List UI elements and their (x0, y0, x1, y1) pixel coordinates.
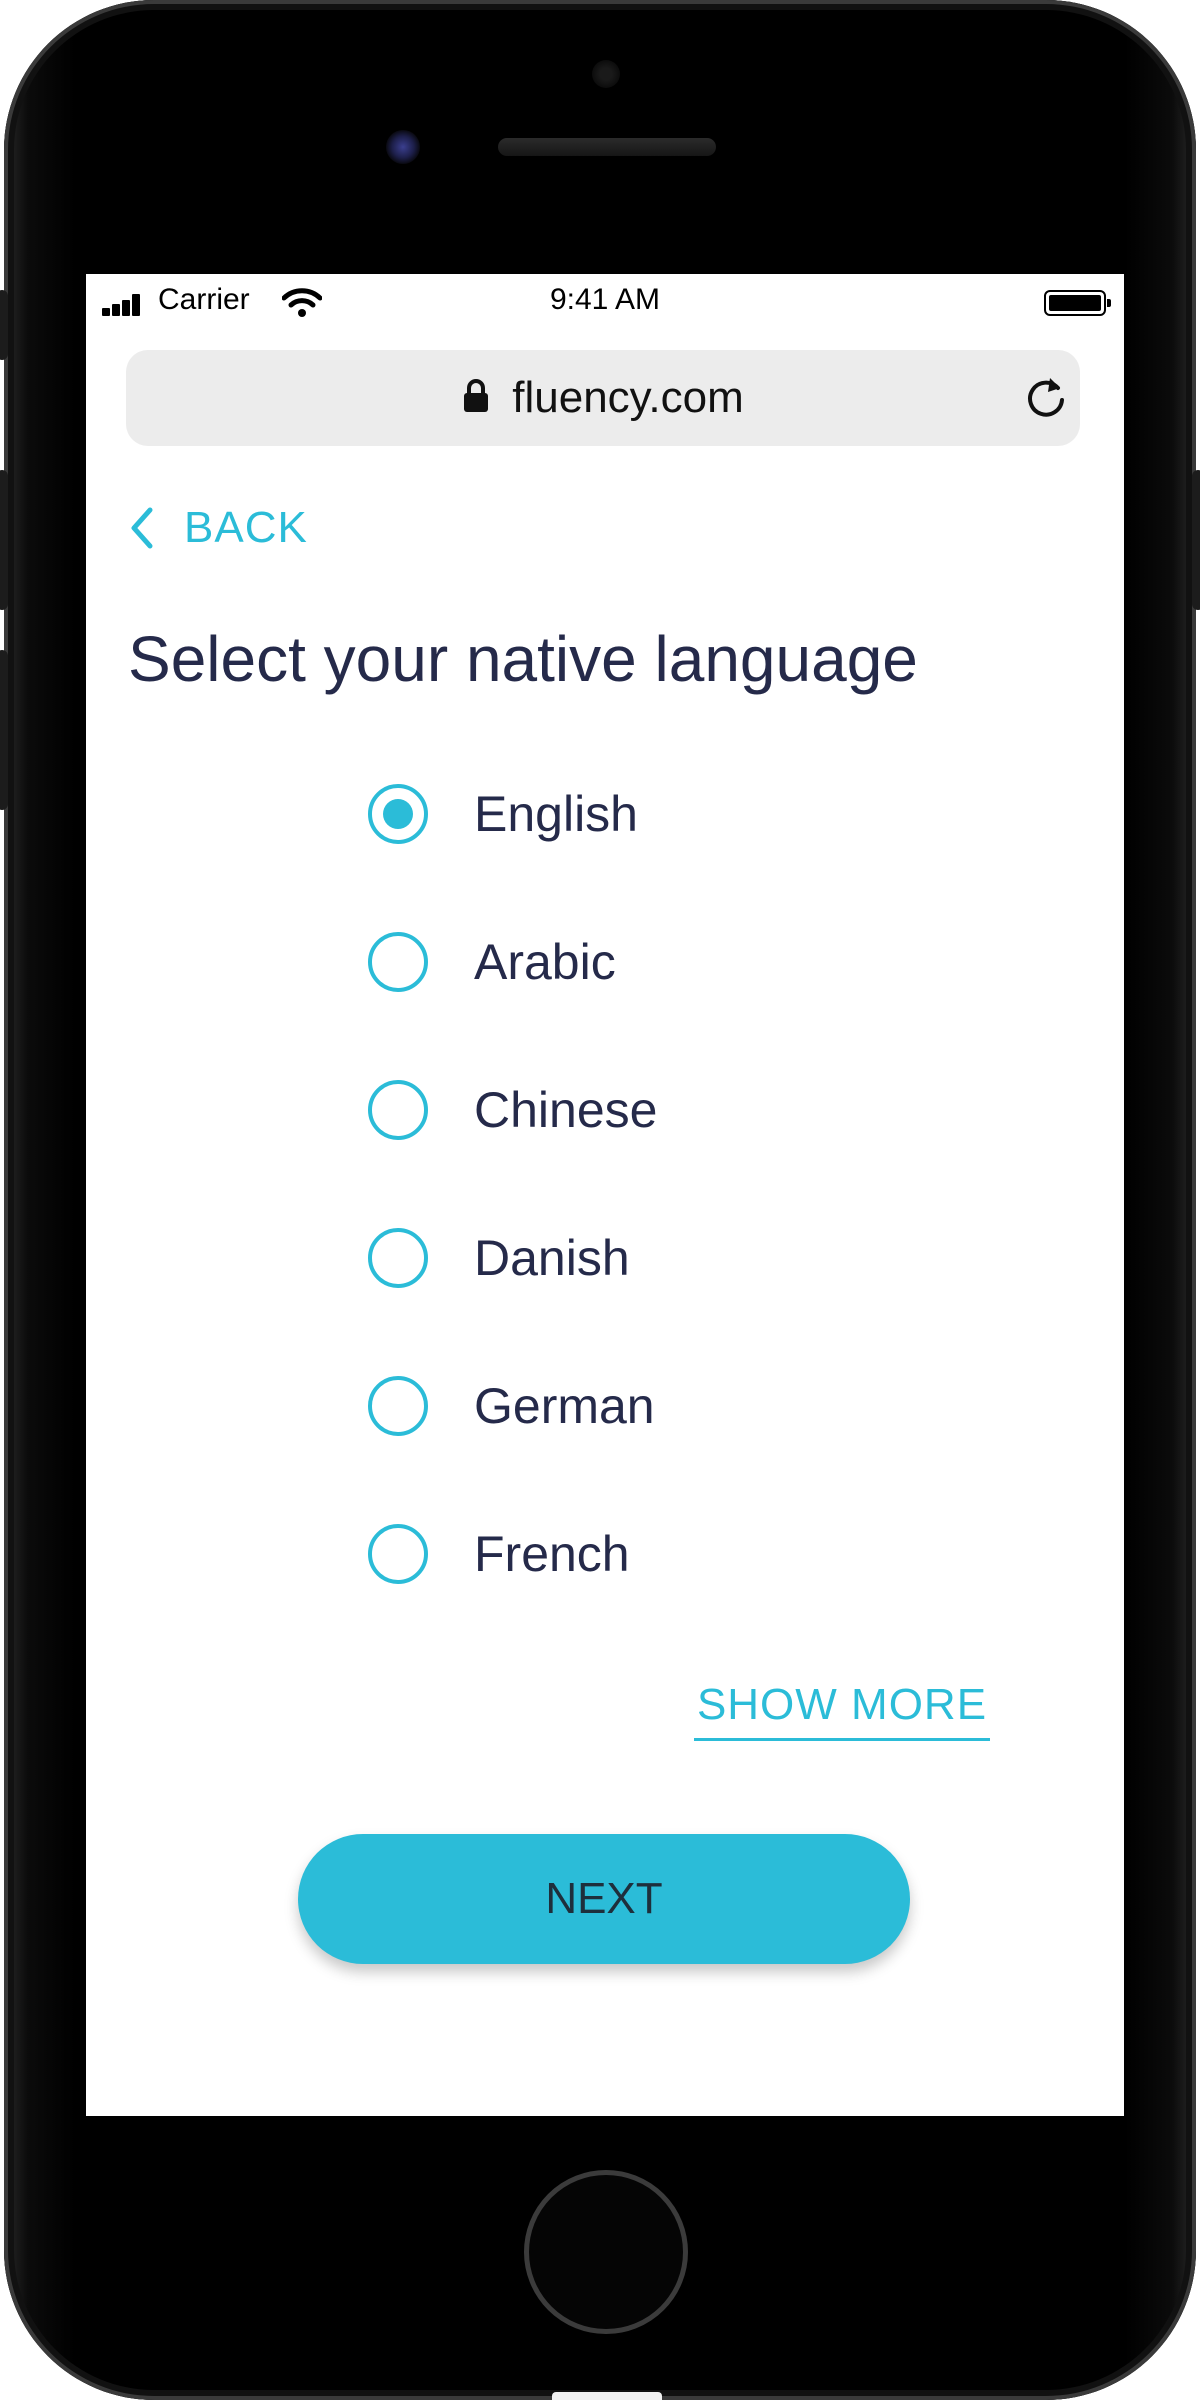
volume-down-button (0, 650, 8, 810)
language-label: French (474, 1526, 630, 1582)
next-button[interactable]: NEXT (298, 1834, 910, 1964)
reload-icon[interactable] (1022, 374, 1070, 422)
language-option-arabic[interactable]: Arabic (368, 922, 928, 1002)
language-option-english[interactable]: English (368, 774, 928, 854)
back-button[interactable]: BACK (126, 498, 308, 558)
earpiece-speaker (498, 138, 716, 156)
radio-button[interactable] (368, 1228, 428, 1288)
phone-frame: Carrier 9:41 AM fluency.com BACK Select … (0, 0, 1200, 2400)
language-option-chinese[interactable]: Chinese (368, 1070, 928, 1150)
page-title: Select your native language (128, 623, 918, 695)
language-label: Danish (474, 1230, 630, 1286)
chevron-left-icon (131, 507, 153, 549)
language-option-danish[interactable]: Danish (368, 1218, 928, 1298)
address-bar[interactable]: fluency.com (126, 350, 1080, 446)
lock-icon (464, 379, 489, 412)
radio-button[interactable] (368, 932, 428, 992)
language-label: Arabic (474, 934, 616, 990)
volume-up-button (0, 470, 8, 610)
home-button[interactable] (524, 2170, 688, 2334)
radio-button[interactable] (368, 1524, 428, 1584)
url-text: fluency.com (512, 373, 744, 422)
power-button (1192, 470, 1200, 610)
front-camera-icon (386, 130, 420, 164)
bottom-connector (552, 2392, 662, 2400)
language-label: Chinese (474, 1082, 658, 1138)
silent-switch (0, 290, 8, 360)
battery-full-icon (1044, 290, 1111, 316)
sensor-icon (592, 60, 620, 88)
radio-button[interactable] (368, 1080, 428, 1140)
language-label: German (474, 1378, 655, 1434)
clock: 9:41 AM (549, 283, 661, 316)
show-more-link[interactable]: SHOW MORE (694, 1680, 990, 1741)
language-label: English (474, 786, 638, 842)
language-option-german[interactable]: German (368, 1366, 928, 1446)
screen: Carrier 9:41 AM fluency.com BACK Select … (86, 274, 1124, 2116)
language-option-french[interactable]: French (368, 1514, 928, 1594)
back-label: BACK (184, 503, 308, 552)
radio-button[interactable] (368, 1376, 428, 1436)
radio-button-selected[interactable] (368, 784, 428, 844)
status-bar: Carrier 9:41 AM (86, 274, 1124, 330)
